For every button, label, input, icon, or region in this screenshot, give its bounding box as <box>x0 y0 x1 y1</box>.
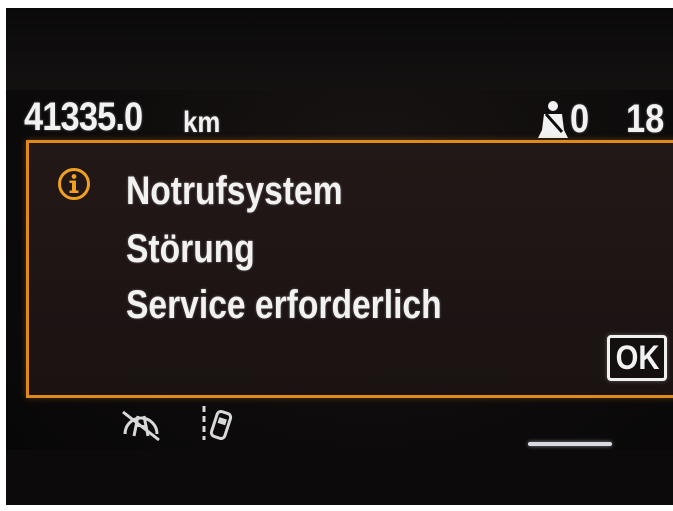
seatbelt-count: 0 <box>570 97 590 141</box>
odometer-unit: km <box>183 106 221 139</box>
message-title: Notrufsystem <box>126 169 343 213</box>
bottom-indicator-row <box>6 396 673 446</box>
seatbelt-icon <box>538 101 568 138</box>
ok-button-label: OK <box>615 338 659 377</box>
page-indicator-bar <box>528 442 612 446</box>
ok-button[interactable]: OK <box>607 335 667 381</box>
odometer-value: 41335.0 <box>24 95 143 139</box>
message-subtitle: Störung <box>126 227 255 271</box>
photo-background: 41335.0 km 0 18 Notrufsystem Störung Ser… <box>0 0 673 511</box>
display-bottom-band <box>6 450 673 505</box>
instrument-cluster-display: 41335.0 km 0 18 Notrufsystem Störung Ser… <box>6 8 673 505</box>
message-action: Service erforderlich <box>126 283 442 327</box>
lane-departure-icon <box>202 406 233 440</box>
temperature-value: 18 <box>626 97 665 141</box>
display-top-band <box>6 8 673 90</box>
info-icon <box>58 168 90 200</box>
lane-keeping-assist-off-icon <box>122 410 160 442</box>
warning-message-panel: Notrufsystem Störung Service erforderlic… <box>26 140 673 398</box>
